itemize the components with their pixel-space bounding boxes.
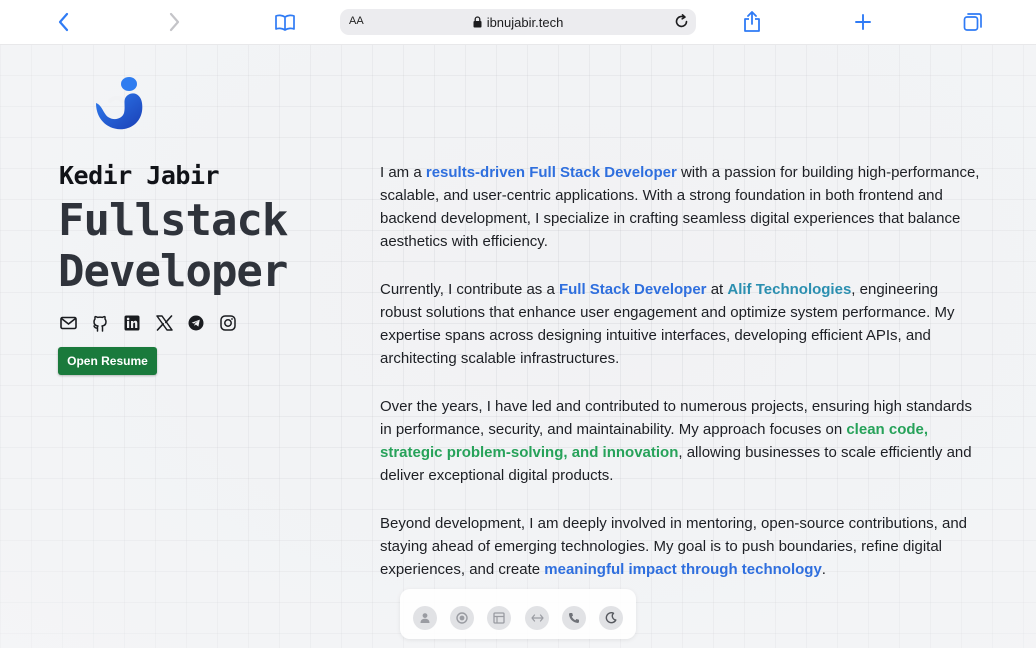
reload-icon[interactable] bbox=[673, 13, 690, 35]
tabs-overview-icon[interactable] bbox=[959, 8, 987, 36]
email-icon[interactable] bbox=[58, 313, 78, 333]
highlight-company: Alif Technologies bbox=[727, 281, 852, 298]
highlight-role: Full Stack Developer bbox=[558, 281, 707, 298]
dark-mode-moon-icon[interactable] bbox=[599, 606, 623, 630]
url-text: ibnujabir.tech bbox=[486, 15, 564, 30]
open-resume-button[interactable]: Open Resume bbox=[58, 347, 157, 375]
about-section: I am a results-driven Full Stack Develop… bbox=[380, 161, 980, 606]
share-icon[interactable] bbox=[738, 8, 766, 36]
highlight-impact: meaningful impact through technology bbox=[544, 561, 822, 578]
code-arrows-icon[interactable] bbox=[525, 606, 549, 630]
phone-icon[interactable] bbox=[562, 606, 586, 630]
role-line-1: Fullstack bbox=[58, 195, 288, 246]
bookmarks-book-icon[interactable] bbox=[271, 8, 299, 36]
url-display[interactable]: ibnujabir.tech bbox=[340, 15, 696, 31]
projects-icon[interactable] bbox=[487, 606, 511, 630]
about-paragraph-4: Beyond development, I am deeply involved… bbox=[380, 515, 968, 578]
skills-badge-icon[interactable] bbox=[450, 606, 474, 630]
back-chevron-icon[interactable] bbox=[50, 8, 78, 36]
bottom-nav-dock bbox=[400, 589, 636, 639]
role-line-2: Developer bbox=[58, 246, 288, 297]
forward-chevron-icon[interactable] bbox=[160, 8, 188, 36]
linkedin-icon[interactable] bbox=[122, 313, 142, 333]
github-icon[interactable] bbox=[90, 313, 110, 333]
new-tab-plus-icon[interactable] bbox=[849, 8, 877, 36]
page-content: Kedir Jabir Fullstack Developer Open Res… bbox=[0, 45, 1036, 648]
social-links bbox=[58, 313, 238, 333]
browser-toolbar: AA ibnujabir.tech bbox=[0, 0, 1036, 45]
about-paragraph-2: Currently, I contribute as a Full Stack … bbox=[380, 281, 955, 367]
highlight-results-driven: results-driven Full Stack Developer bbox=[425, 164, 677, 181]
x-twitter-icon[interactable] bbox=[154, 313, 174, 333]
instagram-icon[interactable] bbox=[218, 313, 238, 333]
about-paragraph-3: Over the years, I have led and contribut… bbox=[380, 398, 973, 484]
address-bar[interactable]: AA ibnujabir.tech bbox=[340, 9, 696, 35]
user-icon[interactable] bbox=[413, 606, 437, 630]
lock-icon bbox=[473, 16, 482, 31]
about-paragraph-1: I am a results-driven Full Stack Develop… bbox=[380, 164, 980, 250]
telegram-icon[interactable] bbox=[186, 313, 206, 333]
profile-role: Fullstack Developer bbox=[58, 195, 348, 297]
profile-name: Kedir Jabir bbox=[59, 161, 220, 190]
site-logo[interactable] bbox=[88, 75, 148, 140]
